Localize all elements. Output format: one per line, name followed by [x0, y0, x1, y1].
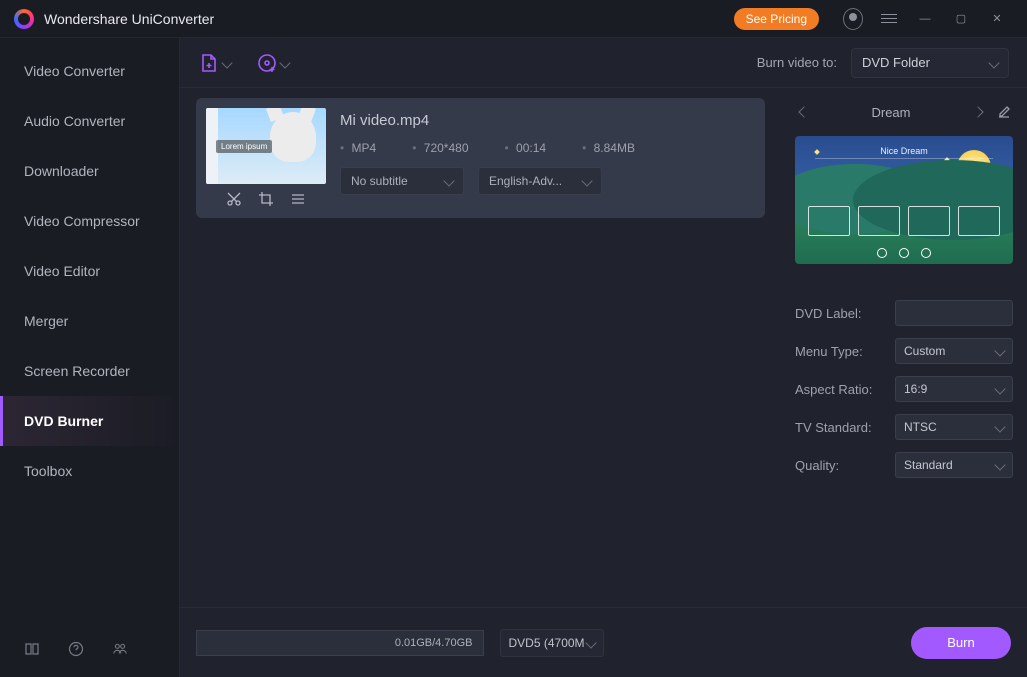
- dvd-label-input[interactable]: [895, 300, 1013, 326]
- aspect-ratio-label: Aspect Ratio:: [795, 382, 872, 397]
- chevron-down-icon: [443, 175, 454, 186]
- sidebar-item-screen-recorder[interactable]: Screen Recorder: [0, 346, 179, 396]
- chevron-down-icon: [221, 57, 232, 68]
- menu-type-label: Menu Type:: [795, 344, 863, 359]
- right-panel: Dream Nice D: [781, 88, 1027, 607]
- sidebar-item-label: DVD Burner: [24, 413, 103, 429]
- crop-button[interactable]: [257, 190, 275, 208]
- chevron-left-icon: [798, 106, 809, 117]
- file-format: MP4: [340, 141, 376, 155]
- sidebar-item-label: Audio Converter: [24, 113, 125, 129]
- sidebar-item-merger[interactable]: Merger: [0, 296, 179, 346]
- quality-select[interactable]: Standard: [895, 452, 1013, 478]
- file-card[interactable]: Lorem ipsum: [196, 98, 765, 218]
- video-thumbnail[interactable]: Lorem ipsum: [206, 108, 326, 184]
- sidebar-item-label: Video Converter: [24, 63, 125, 79]
- sidebar-item-toolbox[interactable]: Toolbox: [0, 446, 179, 496]
- help-icon[interactable]: [68, 641, 84, 657]
- thumb-banner: Lorem ipsum: [216, 140, 272, 153]
- chevron-down-icon: [279, 57, 290, 68]
- quality-value: Standard: [904, 458, 953, 472]
- capacity-text: 0.01GB/4.70GB: [395, 637, 473, 649]
- tv-standard-select[interactable]: NTSC: [895, 414, 1013, 440]
- maximize-button[interactable]: ▢: [951, 9, 971, 29]
- main: Burn video to: DVD Folder Lorem ipsum: [180, 38, 1027, 677]
- chevron-down-icon: [994, 459, 1005, 470]
- see-pricing-button[interactable]: See Pricing: [734, 8, 819, 30]
- aspect-ratio-value: 16:9: [904, 382, 927, 396]
- tv-standard-value: NTSC: [904, 420, 937, 434]
- quality-label: Quality:: [795, 458, 839, 473]
- sidebar-item-downloader[interactable]: Downloader: [0, 146, 179, 196]
- menu-button[interactable]: [879, 9, 899, 29]
- community-icon[interactable]: [112, 641, 128, 657]
- audio-value: English-Adv...: [489, 174, 562, 188]
- subtitle-select[interactable]: No subtitle: [340, 167, 464, 195]
- menu-type-select[interactable]: Custom: [895, 338, 1013, 364]
- next-template-button[interactable]: [969, 103, 987, 121]
- file-size: 8.84MB: [582, 141, 635, 155]
- app-logo-icon: [14, 9, 34, 29]
- app-title: Wondershare UniConverter: [44, 11, 214, 27]
- capacity-progress: 0.01GB/4.70GB: [196, 630, 484, 656]
- template-preview[interactable]: Nice Dream: [795, 136, 1013, 264]
- audio-track-select[interactable]: English-Adv...: [478, 167, 602, 195]
- dvd-label-label: DVD Label:: [795, 306, 861, 321]
- hamburger-icon: [881, 14, 897, 23]
- sidebar-item-label: Toolbox: [24, 463, 72, 479]
- sidebar-item-label: Merger: [24, 313, 68, 329]
- subtitle-value: No subtitle: [351, 174, 408, 188]
- edit-template-button[interactable]: [995, 103, 1013, 121]
- file-name: Mi video.mp4: [340, 112, 751, 129]
- sidebar: Video Converter Audio Converter Download…: [0, 38, 180, 677]
- sidebar-item-dvd-burner[interactable]: DVD Burner: [0, 396, 179, 446]
- guide-icon[interactable]: [24, 641, 40, 657]
- file-list: Lorem ipsum: [180, 88, 781, 607]
- sidebar-item-video-compressor[interactable]: Video Compressor: [0, 196, 179, 246]
- chevron-right-icon: [972, 106, 983, 117]
- add-file-button[interactable]: [198, 46, 232, 80]
- sidebar-item-label: Video Editor: [24, 263, 100, 279]
- sidebar-item-audio-converter[interactable]: Audio Converter: [0, 96, 179, 146]
- template-caption: Nice Dream: [795, 146, 1013, 156]
- sidebar-item-label: Video Compressor: [24, 213, 140, 229]
- trim-button[interactable]: [225, 190, 243, 208]
- burn-button[interactable]: Burn: [911, 627, 1011, 659]
- topstrip: Burn video to: DVD Folder: [180, 38, 1027, 88]
- burn-target-value: DVD Folder: [862, 55, 930, 70]
- titlebar: Wondershare UniConverter See Pricing — ▢…: [0, 0, 1027, 38]
- tv-standard-label: TV Standard:: [795, 420, 872, 435]
- sidebar-item-video-editor[interactable]: Video Editor: [0, 246, 179, 296]
- disc-type-value: DVD5 (4700M: [509, 636, 585, 650]
- sidebar-item-label: Downloader: [24, 163, 99, 179]
- chevron-down-icon: [994, 383, 1005, 394]
- chevron-down-icon: [581, 175, 592, 186]
- close-button[interactable]: ✕: [987, 9, 1007, 29]
- chevron-down-icon: [994, 345, 1005, 356]
- chevron-down-icon: [994, 421, 1005, 432]
- minimize-button[interactable]: —: [915, 9, 935, 29]
- sidebar-item-label: Screen Recorder: [24, 363, 130, 379]
- file-duration: 00:14: [505, 141, 547, 155]
- sidebar-item-video-converter[interactable]: Video Converter: [0, 46, 179, 96]
- file-meta: MP4 720*480 00:14 8.84MB: [340, 141, 751, 155]
- bottom-bar: 0.01GB/4.70GB DVD5 (4700M Burn: [180, 607, 1027, 677]
- file-resolution: 720*480: [412, 141, 468, 155]
- chevron-down-icon: [988, 57, 999, 68]
- effects-button[interactable]: [289, 190, 307, 208]
- prev-template-button[interactable]: [795, 103, 813, 121]
- burn-to-label: Burn video to:: [757, 55, 837, 70]
- account-button[interactable]: [843, 9, 863, 29]
- chevron-down-icon: [585, 637, 596, 648]
- burn-target-select[interactable]: DVD Folder: [851, 48, 1009, 78]
- template-name: Dream: [813, 105, 969, 120]
- disc-type-select[interactable]: DVD5 (4700M: [500, 629, 604, 657]
- load-disc-button[interactable]: [256, 46, 290, 80]
- menu-type-value: Custom: [904, 344, 945, 358]
- user-avatar-icon: [843, 8, 863, 30]
- aspect-ratio-select[interactable]: 16:9: [895, 376, 1013, 402]
